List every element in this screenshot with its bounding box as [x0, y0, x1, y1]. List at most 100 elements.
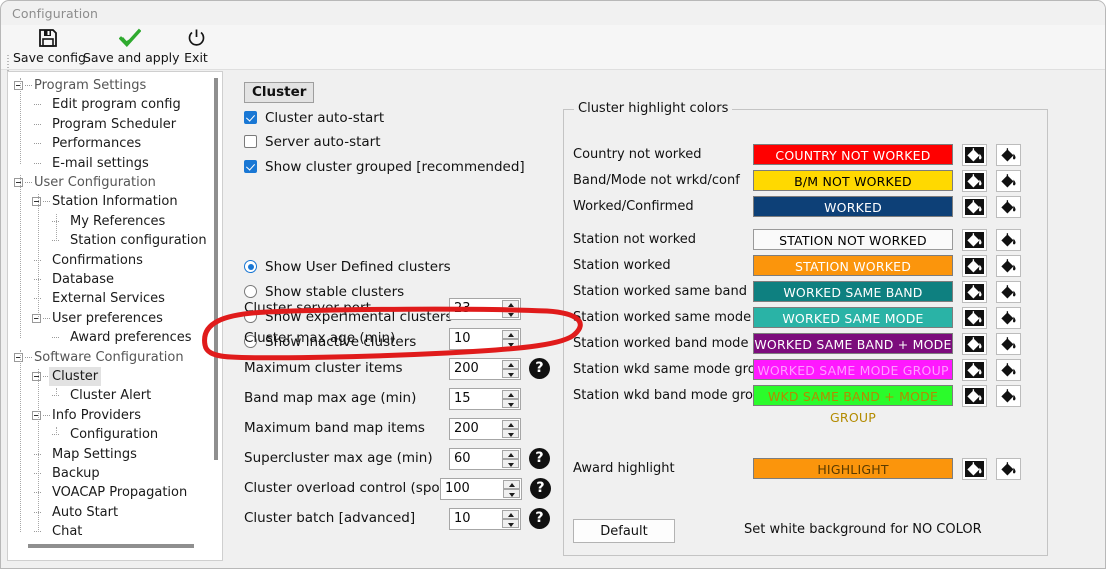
- color-swatch[interactable]: WORKED SAME BAND + MODE: [753, 333, 953, 354]
- cluster-highlight-colors-groupbox: Cluster highlight colors Country not wor…: [563, 101, 1048, 556]
- checkbox-indicator[interactable]: [244, 111, 257, 124]
- help-icon[interactable]: ?: [530, 478, 551, 499]
- spinner-input[interactable]: 200: [449, 418, 521, 440]
- tree-item-program-settings[interactable]: Program Settings: [8, 76, 208, 95]
- tree-item-award-preferences[interactable]: Award preferences: [8, 328, 208, 347]
- tree-horizontal-scrollbar[interactable]: [14, 542, 216, 550]
- paint-bucket-background-icon[interactable]: [996, 385, 1021, 407]
- tree-expander-icon[interactable]: [14, 81, 23, 90]
- spinner-up-icon[interactable]: [502, 330, 519, 339]
- spinner-input[interactable]: 15: [449, 388, 521, 410]
- paint-bucket-background-icon[interactable]: [996, 458, 1021, 480]
- paint-bucket-foreground-icon[interactable]: [962, 458, 987, 480]
- spinner-up-icon[interactable]: [502, 390, 519, 399]
- tree-item-program-scheduler[interactable]: Program Scheduler: [8, 115, 208, 134]
- paint-bucket-foreground-icon[interactable]: [962, 255, 987, 277]
- paint-bucket-foreground-icon[interactable]: [962, 307, 987, 329]
- spinner-buttons[interactable]: [503, 480, 520, 498]
- color-swatch[interactable]: WORKED: [753, 196, 953, 217]
- spinner-buttons[interactable]: [502, 450, 519, 468]
- paint-bucket-foreground-icon[interactable]: [962, 333, 987, 355]
- exit-button[interactable]: Exit: [177, 26, 215, 70]
- tree-expander-icon[interactable]: [32, 372, 41, 381]
- default-button[interactable]: Default: [573, 519, 675, 543]
- paint-bucket-foreground-icon[interactable]: [962, 196, 987, 218]
- spinner-buttons[interactable]: [502, 330, 519, 348]
- spinner-input[interactable]: 100: [440, 478, 522, 500]
- paint-bucket-background-icon[interactable]: [996, 196, 1021, 218]
- color-swatch[interactable]: STATION WORKED: [753, 255, 953, 276]
- spinner-buttons[interactable]: [502, 420, 519, 438]
- tree-item-e-mail-settings[interactable]: E-mail settings: [8, 154, 208, 173]
- spinner-down-icon[interactable]: [502, 339, 519, 348]
- color-swatch[interactable]: B/M NOT WORKED: [753, 170, 953, 191]
- color-swatch[interactable]: HIGHLIGHT: [753, 458, 953, 479]
- spinner-up-icon[interactable]: [503, 480, 520, 489]
- color-swatch[interactable]: STATION NOT WORKED: [753, 229, 953, 250]
- radio-indicator[interactable]: [244, 260, 257, 273]
- spinner-up-icon[interactable]: [502, 510, 519, 519]
- tree-hscroll-thumb[interactable]: [28, 544, 194, 548]
- tree-vscroll-thumb[interactable]: [214, 78, 218, 460]
- tree-item-performances[interactable]: Performances: [8, 134, 208, 153]
- tree-item-edit-program-config[interactable]: Edit program config: [8, 95, 208, 114]
- spinner-buttons[interactable]: [502, 360, 519, 378]
- checkbox-indicator[interactable]: [244, 160, 257, 173]
- spinner-down-icon[interactable]: [502, 459, 519, 468]
- spinner-input[interactable]: 10: [449, 508, 521, 530]
- spinner-input[interactable]: 10: [449, 328, 521, 350]
- color-swatch[interactable]: WORKED SAME MODE: [753, 307, 953, 328]
- section-tab-cluster[interactable]: Cluster: [244, 82, 315, 103]
- help-icon[interactable]: ?: [529, 508, 550, 529]
- paint-bucket-background-icon[interactable]: [996, 229, 1021, 251]
- paint-bucket-background-icon[interactable]: [996, 144, 1021, 166]
- checkbox-indicator[interactable]: [244, 135, 257, 148]
- spinner-input[interactable]: 200: [449, 358, 521, 380]
- help-icon[interactable]: ?: [529, 448, 550, 469]
- paint-bucket-background-icon[interactable]: [996, 307, 1021, 329]
- spinner-down-icon[interactable]: [503, 489, 520, 498]
- spinner-up-icon[interactable]: [502, 420, 519, 429]
- paint-bucket-background-icon[interactable]: [996, 333, 1021, 355]
- paint-bucket-foreground-icon[interactable]: [962, 144, 987, 166]
- paint-bucket-foreground-icon[interactable]: [962, 229, 987, 251]
- paint-bucket-background-icon[interactable]: [996, 170, 1021, 192]
- paint-bucket-background-icon[interactable]: [996, 281, 1021, 303]
- paint-bucket-foreground-icon[interactable]: [962, 170, 987, 192]
- spinner-buttons[interactable]: [502, 390, 519, 408]
- paint-bucket-foreground-icon[interactable]: [962, 359, 987, 381]
- tree-expander-icon[interactable]: [14, 178, 23, 187]
- tree-expander-icon[interactable]: [32, 410, 41, 420]
- spinner-up-icon[interactable]: [502, 450, 519, 459]
- help-icon[interactable]: ?: [529, 358, 550, 379]
- save-and-apply-button[interactable]: Save and apply: [83, 26, 180, 70]
- paint-bucket-foreground-icon[interactable]: [962, 385, 987, 407]
- tree-expander-icon[interactable]: [32, 197, 41, 207]
- paint-bucket-foreground-icon[interactable]: [962, 281, 987, 303]
- paint-bucket-background-icon[interactable]: [996, 359, 1021, 381]
- tree-expander-icon[interactable]: [32, 313, 41, 323]
- color-swatch[interactable]: WORKED SAME MODE GROUP: [753, 359, 953, 380]
- paint-bucket-background-icon[interactable]: [996, 255, 1021, 277]
- settings-tree-panel[interactable]: Program Settings Edit program config Progr…: [7, 71, 223, 561]
- spinner-down-icon[interactable]: [502, 309, 519, 318]
- spinner-down-icon[interactable]: [502, 429, 519, 438]
- color-swatch[interactable]: WKD SAME BAND + MODE GROUP: [753, 385, 953, 425]
- radio-indicator[interactable]: [244, 285, 257, 298]
- color-swatch[interactable]: WORKED SAME BAND: [753, 281, 953, 302]
- spinner-down-icon[interactable]: [502, 519, 519, 528]
- spinner-up-icon[interactable]: [502, 360, 519, 369]
- tree-item-user-configuration[interactable]: User Configuration: [8, 173, 208, 192]
- save-config-button[interactable]: Save config: [13, 26, 86, 70]
- spinner-buttons[interactable]: [502, 300, 519, 318]
- spinner-buttons[interactable]: [502, 510, 519, 528]
- spinner-down-icon[interactable]: [502, 369, 519, 378]
- spinner-input[interactable]: 23: [449, 298, 521, 320]
- color-swatch[interactable]: COUNTRY NOT WORKED: [753, 144, 953, 165]
- tree-item-software-configuration[interactable]: Software Configuration: [8, 348, 208, 367]
- spinner-down-icon[interactable]: [502, 399, 519, 408]
- spinner-input[interactable]: 60: [449, 448, 521, 470]
- tree-expander-icon[interactable]: [14, 352, 23, 362]
- tree-vertical-scrollbar[interactable]: [213, 78, 219, 460]
- spinner-up-icon[interactable]: [502, 300, 519, 309]
